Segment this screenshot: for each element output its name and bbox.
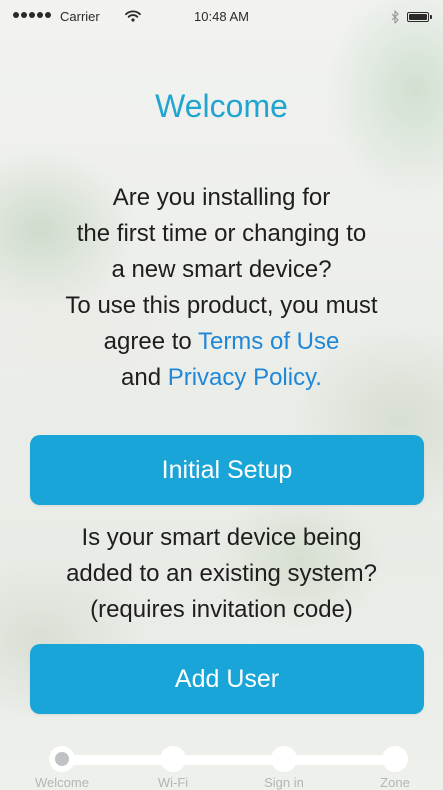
initial-setup-button-label: Initial Setup	[161, 455, 293, 484]
intro-line: a new smart device?	[111, 256, 332, 283]
setup-progress: Welcome Wi-Fi Sign in Zone	[0, 742, 443, 790]
intro-text: Are you installing for the first time or…	[0, 180, 443, 396]
step-dot-wifi	[160, 746, 186, 772]
step-label-wifi: Wi-Fi	[157, 775, 189, 790]
question-line: Is your smart device being	[81, 524, 362, 551]
bluetooth-icon	[391, 10, 399, 24]
page-title: Welcome	[155, 88, 288, 124]
step-label-welcome: Welcome	[35, 775, 89, 790]
intro-privacy-prefix: and	[121, 364, 168, 391]
intro-line: and Privacy Policy.	[0, 360, 443, 396]
step-dot-welcome	[49, 746, 75, 772]
progress-track	[60, 755, 398, 765]
battery-icon	[407, 12, 432, 22]
intro-line: To use this product, you must	[65, 292, 378, 319]
add-user-button[interactable]: Add User	[30, 644, 424, 714]
existing-system-question: Is your smart device being added to an e…	[0, 520, 443, 628]
status-time: 10:48 AM	[194, 9, 249, 24]
question-line: added to an existing system?	[66, 560, 377, 587]
question-line: (requires invitation code)	[90, 596, 353, 623]
status-bar: Carrier 10:48 AM	[0, 8, 443, 30]
step-label-sign-in: Sign in	[264, 775, 304, 790]
intro-terms-prefix: agree to	[103, 328, 198, 355]
intro-line: the first time or changing to	[76, 220, 367, 247]
intro-line: agree to Terms of Use	[0, 324, 443, 360]
add-user-button-label: Add User	[174, 664, 280, 693]
privacy-policy-link[interactable]: Privacy Policy.	[168, 364, 322, 391]
welcome-screen: Carrier 10:48 AM Welcome Are you install…	[0, 0, 443, 790]
step-dot-sign-in	[271, 746, 297, 772]
intro-line: Are you installing for	[112, 184, 331, 211]
terms-of-use-link[interactable]: Terms of Use	[198, 328, 339, 355]
step-dot-zone	[382, 746, 408, 772]
initial-setup-button[interactable]: Initial Setup	[30, 435, 424, 505]
step-label-zone: Zone	[380, 775, 410, 790]
